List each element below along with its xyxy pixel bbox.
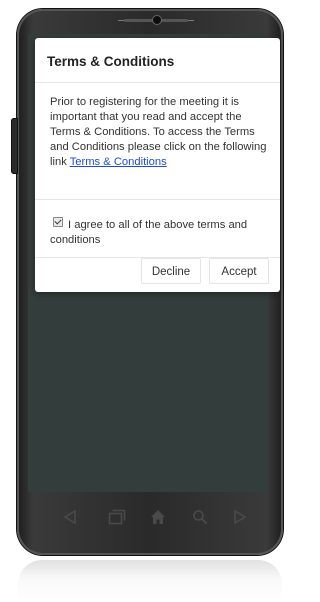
dialog-title: Terms & Conditions: [47, 54, 175, 69]
stage: Terms & Conditions Prior to registering …: [0, 0, 290, 602]
menu-icon[interactable]: [234, 509, 247, 529]
android-navbar: [28, 492, 268, 547]
decline-button[interactable]: Decline: [141, 258, 201, 284]
home-icon[interactable]: [150, 509, 166, 530]
terms-link[interactable]: Terms & Conditions: [70, 156, 167, 168]
agree-checkbox[interactable]: [53, 217, 63, 227]
side-button: [11, 118, 18, 174]
dialog-footer: Decline Accept: [35, 258, 280, 291]
agree-label: I agree to all of the above terms and co…: [50, 219, 248, 246]
front-camera: [153, 16, 161, 24]
back-icon[interactable]: [63, 509, 76, 529]
accept-button[interactable]: Accept: [209, 258, 269, 284]
phone-reflection: [18, 560, 282, 602]
search-icon[interactable]: [192, 509, 208, 530]
dialog-body: Prior to registering for the meeting it …: [35, 83, 280, 200]
agree-row[interactable]: I agree to all of the above terms and co…: [35, 200, 280, 258]
dialog-header: Terms & Conditions: [35, 38, 280, 83]
recent-apps-icon[interactable]: [108, 509, 126, 530]
terms-dialog: Terms & Conditions Prior to registering …: [35, 38, 280, 292]
